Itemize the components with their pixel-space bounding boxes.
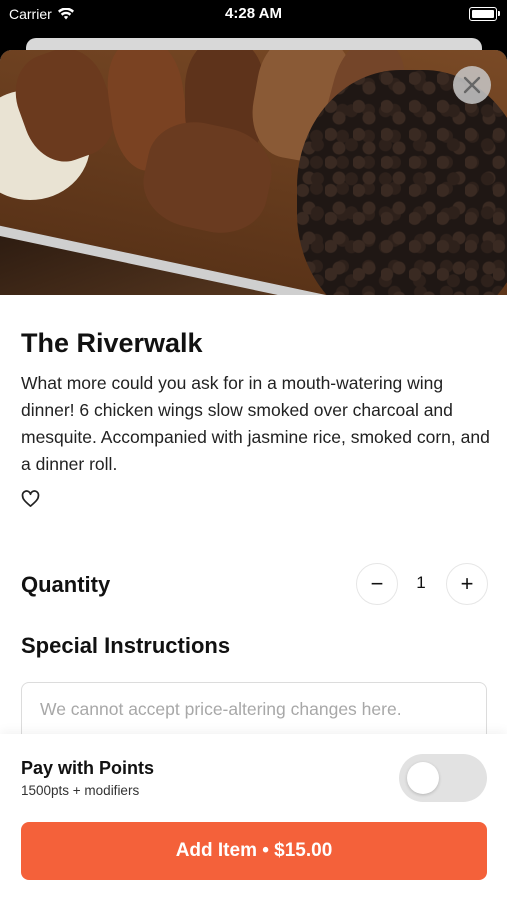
toggle-knob bbox=[407, 762, 439, 794]
checkout-footer: Pay with Points 1500pts + modifiers Add … bbox=[0, 734, 507, 900]
pay-with-points-label: Pay with Points bbox=[21, 758, 155, 778]
close-icon bbox=[463, 76, 481, 94]
quantity-label: Quantity bbox=[21, 572, 111, 597]
quantity-value: 1 bbox=[416, 573, 426, 592]
quantity-decrease-button[interactable]: − bbox=[356, 563, 398, 605]
status-time: 4:28 AM bbox=[225, 5, 282, 22]
points-cost: 1500pts + modifiers bbox=[21, 783, 140, 798]
quantity-increase-button[interactable]: + bbox=[446, 563, 488, 605]
item-detail-sheet: The Riverwalk What more could you ask fo… bbox=[0, 50, 507, 900]
close-button[interactable] bbox=[453, 66, 491, 104]
pay-with-points-toggle[interactable] bbox=[399, 754, 487, 802]
item-title: The Riverwalk bbox=[21, 328, 203, 358]
heart-icon[interactable] bbox=[21, 490, 40, 508]
special-instructions-label: Special Instructions bbox=[21, 633, 231, 658]
minus-icon: − bbox=[370, 571, 384, 596]
battery-icon bbox=[469, 7, 500, 21]
status-bar: Carrier 4:28 AM bbox=[0, 0, 507, 30]
add-item-button[interactable]: Add Item • $15.00 bbox=[21, 822, 487, 880]
item-description: What more could you ask for in a mouth-w… bbox=[21, 373, 490, 474]
plus-icon: + bbox=[460, 571, 474, 596]
item-photo bbox=[0, 50, 507, 295]
